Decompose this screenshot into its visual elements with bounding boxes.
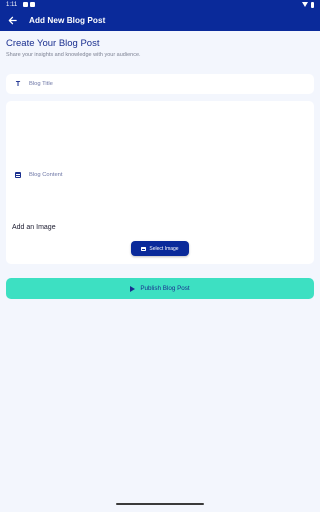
publish-button[interactable]: Publish Blog Post [6, 278, 314, 299]
app-bar-title: Add New Blog Post [29, 15, 106, 25]
status-bar: 1:11 [0, 0, 320, 9]
select-image-label: Select Image [149, 245, 179, 252]
publish-label: Publish Blog Post [140, 285, 190, 292]
battery-icon [311, 1, 314, 8]
blog-title-placeholder: Blog Title [29, 81, 53, 87]
page-title: Create Your Blog Post [6, 38, 100, 49]
notification-icon [30, 2, 36, 7]
text-title-icon: T [15, 80, 21, 88]
post-form: Create Your Blog Post Share your insight… [6, 38, 314, 299]
article-icon [15, 172, 21, 178]
back-button[interactable] [1, 9, 23, 31]
select-image-button[interactable]: Select Image [131, 241, 189, 256]
app-bar: Add New Blog Post [0, 9, 320, 31]
image-section-label: Add an Image [12, 224, 56, 231]
image-icon [141, 246, 147, 251]
status-time: 1:11 [6, 1, 18, 8]
notification-icon [23, 2, 29, 7]
home-indicator[interactable] [116, 503, 204, 505]
blog-content-placeholder: Blog Content [29, 172, 63, 178]
wifi-icon [302, 2, 308, 7]
arrow-left-icon [8, 16, 17, 24]
image-upload-card: Add an Image Select Image [6, 218, 314, 264]
send-icon [130, 285, 136, 292]
page-subtitle: Share your insights and knowledge with y… [6, 52, 141, 58]
blog-title-input[interactable]: T Blog Title [6, 74, 314, 94]
